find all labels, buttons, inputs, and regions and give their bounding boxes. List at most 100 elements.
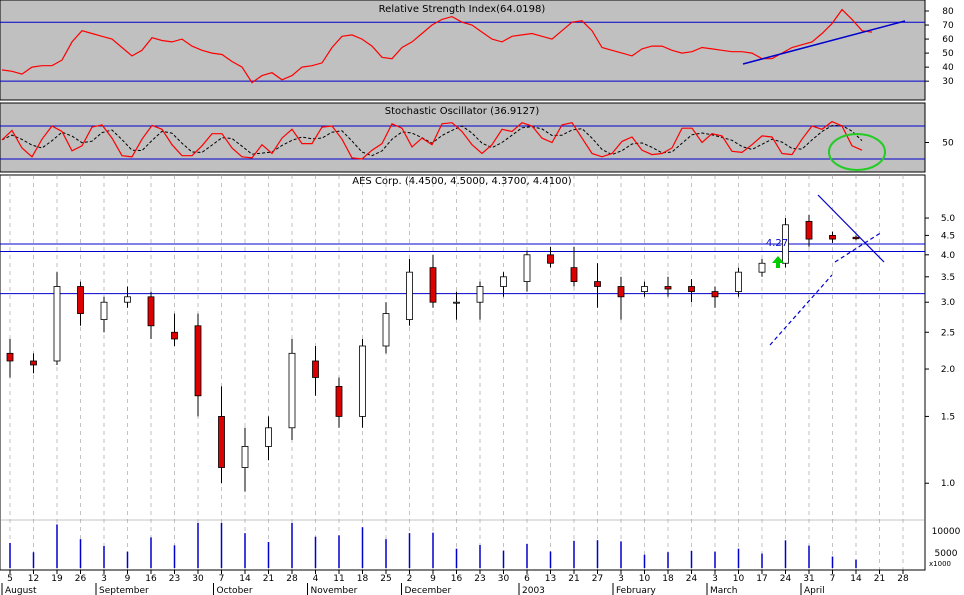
- candle-body: [688, 286, 695, 292]
- candle-body: [312, 360, 319, 378]
- x-tick-label: 3: [101, 574, 107, 584]
- x-tick-label: 23: [474, 574, 485, 584]
- candle-body: [124, 296, 131, 303]
- candle-body: [241, 446, 249, 468]
- x-tick-label: 21: [874, 574, 885, 584]
- price-tick-label: 1.5: [941, 412, 955, 422]
- rsi-tick-label: 40: [942, 63, 954, 73]
- price-tick-label: 4.5: [941, 231, 955, 241]
- x-tick-label: 19: [51, 574, 63, 584]
- stochastic-tick-label: 50: [942, 139, 954, 149]
- stock-chart: Relative Strength Index(64.0198) 30 40 50 6…: [0, 0, 961, 595]
- x-tick-label: 16: [145, 574, 157, 584]
- stochastic-axis: 50: [925, 139, 954, 149]
- x-tick-label: 7: [830, 574, 836, 584]
- x-tick-label: 7: [219, 574, 225, 584]
- price-tick-label: 4.0: [941, 251, 956, 261]
- x-tick-label: 14: [850, 574, 862, 584]
- rsi-tick-label: 70: [942, 21, 954, 31]
- candle-body: [476, 286, 484, 303]
- candle-body: [594, 281, 601, 287]
- candle-body: [53, 286, 61, 362]
- x-tick-label: 30: [192, 574, 204, 584]
- candle-body: [77, 286, 84, 314]
- candle-body: [829, 235, 836, 240]
- x-tick-label: 24: [686, 574, 698, 584]
- candle-body: [382, 313, 390, 347]
- x-tick-label: 18: [662, 574, 674, 584]
- x-tick-label: 25: [380, 574, 391, 584]
- x-tick-label: 12: [28, 574, 39, 584]
- rsi-title: Relative Strength Index(64.0198): [379, 4, 546, 15]
- x-tick-label: 14: [239, 574, 251, 584]
- candle-body: [147, 296, 155, 327]
- price-tick-label: 2.0: [941, 365, 956, 375]
- x-tick-label: 27: [592, 574, 603, 584]
- candle-body: [218, 416, 225, 468]
- rsi-tick-label: 50: [942, 49, 954, 59]
- price-title: AES Corp. (4.4500, 4.5000, 4.3700, 4.410…: [352, 176, 572, 187]
- candle-body: [453, 301, 460, 304]
- candle-body: [664, 286, 672, 290]
- price-tick-label: 3.0: [941, 298, 956, 308]
- candle-body: [617, 286, 625, 298]
- candle-body: [852, 236, 860, 240]
- month-label: September: [99, 586, 149, 595]
- x-tick-label: 9: [125, 574, 131, 584]
- candle-body: [735, 271, 742, 292]
- month-label: December: [405, 586, 452, 595]
- candle-body: [100, 301, 108, 320]
- volume-unit-label: x1000: [929, 560, 951, 568]
- x-tick-label: 10: [733, 574, 745, 584]
- breakout-label: 4.27: [766, 238, 788, 249]
- x-tick-label: 3: [712, 574, 718, 584]
- x-tick-label: 24: [780, 574, 792, 584]
- candle-body: [194, 325, 202, 397]
- rsi-axis: 30 40 50 60 70 80: [925, 7, 954, 87]
- price-tick-label: 3.5: [941, 273, 955, 283]
- rsi-panel: [0, 0, 926, 101]
- x-tick-label: 28: [286, 574, 298, 584]
- month-label: October: [217, 586, 253, 595]
- month-label: 2003: [522, 586, 545, 595]
- volume-tick-label: 10000: [932, 527, 961, 537]
- candle-body: [288, 352, 296, 429]
- x-tick-label: 21: [568, 574, 579, 584]
- x-tick-label: 13: [545, 574, 556, 584]
- candle-body: [6, 352, 14, 362]
- x-tick-label: 31: [803, 574, 814, 584]
- month-label: February: [616, 586, 657, 595]
- x-tick-label: 6: [524, 574, 530, 584]
- x-tick-label: 17: [756, 574, 767, 584]
- x-tick-label: 21: [263, 574, 274, 584]
- candle-body: [171, 331, 178, 340]
- stochastic-title: Stochastic Oscillator (36.9127): [385, 106, 540, 117]
- x-tick-label: 5: [7, 574, 13, 584]
- month-label: April: [804, 586, 825, 595]
- x-tick-label: 2: [407, 574, 413, 584]
- x-tick-label: 18: [357, 574, 369, 584]
- price-axis: 1.0 1.5 2.0 2.5 3.0 3.5 4.0 4.5 5.0 5000 10000 x100…: [925, 214, 961, 568]
- month-label: March: [710, 586, 737, 595]
- rsi-tick-label: 80: [942, 7, 954, 17]
- x-tick-label: 11: [333, 574, 344, 584]
- candle-body: [429, 267, 437, 303]
- rsi-tick-label: 60: [942, 35, 954, 45]
- candle-body: [547, 254, 554, 264]
- candle-body: [641, 286, 648, 292]
- candle-body: [805, 220, 813, 240]
- rsi-tick-label: 30: [942, 77, 954, 87]
- price-tick-label: 1.0: [941, 479, 956, 489]
- price-tick-label: 2.5: [941, 328, 955, 338]
- month-label: November: [311, 586, 358, 595]
- volume-tick-label: 5000: [935, 549, 958, 559]
- candle-body: [500, 276, 507, 287]
- x-tick-label: 3: [618, 574, 624, 584]
- x-tick-label: 4: [313, 574, 319, 584]
- x-tick-label: 16: [451, 574, 463, 584]
- x-tick-label: 28: [897, 574, 909, 584]
- candle-body: [570, 267, 578, 282]
- candle-body: [711, 291, 719, 298]
- month-label: August: [5, 586, 37, 595]
- candle-body: [523, 254, 531, 282]
